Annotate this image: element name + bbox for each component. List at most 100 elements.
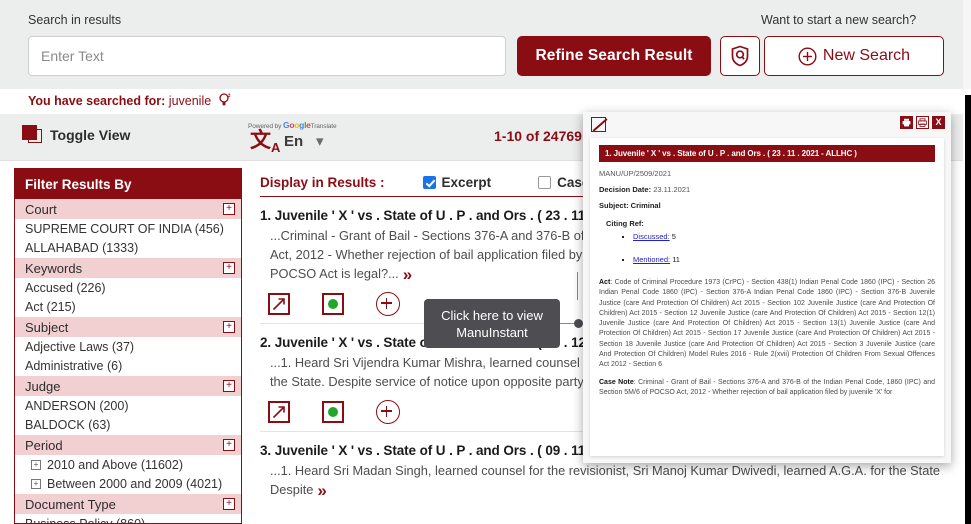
filter-option[interactable]: ANDERSON (200)	[15, 396, 241, 416]
filter-option[interactable]: SUPREME COURT OF INDIA (456)	[15, 219, 241, 239]
filter-option-label: Administrative (6)	[25, 359, 122, 373]
tooltip-line-1: Click here to view	[441, 308, 543, 323]
popup-act-label: Act	[599, 279, 610, 286]
manuinstant-tooltip: Click here to view ManuInstant	[424, 299, 560, 348]
popup-citation: MANU/UP/2509/2021	[599, 169, 935, 178]
toggle-view-label: Toggle View	[50, 127, 130, 143]
results-count-label: 1-10 of 24769 R	[494, 128, 596, 144]
popup-case-note-label: Case Note	[599, 379, 634, 386]
expand-plus-icon[interactable]: +	[31, 479, 41, 489]
plus-box-icon[interactable]: +	[223, 321, 235, 333]
plus-box-icon[interactable]: +	[223, 439, 235, 451]
page-scrollbar[interactable]	[965, 95, 971, 524]
popup-act-text: : Code of Criminal Procedure 1973 (CrPC)…	[599, 279, 935, 368]
popup-case-note-section: Case Note: Criminal - Grant of Bail - Se…	[599, 378, 935, 399]
filter-group-label: Period	[25, 438, 63, 453]
toolbar-right-strip	[963, 0, 971, 89]
popup-header: X	[583, 112, 951, 138]
expand-plus-icon[interactable]: +	[31, 460, 41, 470]
double-chevron-right-icon[interactable]: »	[403, 265, 409, 284]
filter-group-subject[interactable]: Subject +	[15, 317, 241, 337]
tooltip-connector-dot	[574, 319, 583, 328]
case-note-checkbox-box[interactable]	[538, 176, 551, 189]
print-filled-icon[interactable]	[900, 116, 913, 129]
green-status-icon[interactable]	[322, 293, 344, 315]
filter-option[interactable]: Act (215)	[15, 298, 241, 318]
filter-group-label: Document Type	[25, 497, 116, 512]
plus-box-icon[interactable]: +	[223, 203, 235, 215]
translate-suffix: Translate	[311, 123, 337, 130]
plus-box-icon[interactable]: +	[223, 262, 235, 274]
new-search-button[interactable]: New Search	[764, 36, 944, 76]
popup-close-button[interactable]: X	[932, 116, 945, 129]
filter-option-label: Between 2000 and 2009 (4021)	[47, 477, 222, 491]
searched-for-prefix: You have searched for:	[28, 94, 169, 108]
filter-option[interactable]: ALLAHABAD (1333)	[15, 239, 241, 259]
searched-for-bar: You have searched for: juvenile	[0, 89, 963, 114]
new-search-prompt: Want to start a new search?	[761, 13, 916, 27]
toggle-view-icon	[22, 125, 44, 145]
popup-decision-date-label: Decision Date:	[599, 185, 651, 194]
popup-case-title: 1. Juvenile ' X ' vs . State of U . P . …	[599, 145, 935, 162]
result-snippet: ...1. Heard Sri Madan Singh, learned cou…	[260, 461, 940, 500]
filter-option-label: 2010 and Above (11602)	[47, 458, 183, 472]
popup-citing-list: Discussed: 5 Mentioned: 11	[599, 232, 935, 264]
toggle-view-button[interactable]: Toggle View	[22, 125, 130, 145]
shield-search-icon[interactable]	[720, 36, 760, 76]
display-in-results-label: Display in Results :	[260, 175, 385, 190]
filter-sidebar-title: Filter Results By	[15, 169, 241, 199]
translate-icon: 文A	[250, 130, 280, 154]
filter-group-label: Keywords	[25, 261, 82, 276]
filter-group-keywords[interactable]: Keywords +	[15, 258, 241, 278]
print-outline-glyph	[918, 118, 927, 127]
filter-option[interactable]: Accused (226)	[15, 278, 241, 298]
filter-option[interactable]: BALDOCK (63)	[15, 416, 241, 436]
tooltip-connector-vertical	[577, 272, 578, 300]
plus-box-icon[interactable]: +	[223, 498, 235, 510]
searched-for-term: juvenile	[169, 94, 211, 108]
popup-decision-date: Decision Date: 23.11.2021	[599, 185, 935, 194]
citing-ref-count: 5	[670, 232, 676, 241]
google-translate-widget[interactable]: Powered by GoogleTranslate 文A En ▾	[248, 120, 378, 156]
filter-option[interactable]: +2010 and Above (11602)	[15, 455, 241, 475]
citing-ref-link[interactable]: Mentioned:	[633, 255, 670, 264]
open-external-icon[interactable]	[268, 293, 290, 315]
search-input[interactable]	[28, 36, 506, 76]
excerpt-checkbox[interactable]: Excerpt	[423, 175, 492, 190]
plus-circle-icon	[798, 47, 817, 66]
filter-group-judge[interactable]: Judge +	[15, 376, 241, 396]
citing-ref-count: 11	[670, 255, 680, 264]
search-toolbar-inner: Search in results Refine Search Result W…	[28, 10, 943, 80]
chevron-down-icon[interactable]: ▾	[316, 132, 324, 150]
refine-search-result-button[interactable]: Refine Search Result	[517, 36, 711, 76]
new-search-label: New Search	[823, 47, 910, 65]
double-chevron-right-icon[interactable]: »	[317, 481, 323, 500]
print-outline-icon[interactable]	[916, 116, 929, 129]
lightbulb-icon[interactable]	[218, 93, 231, 110]
citing-ref-link[interactable]: Discussed:	[633, 232, 670, 241]
green-status-icon[interactable]	[322, 401, 344, 423]
google-wordmark: Google	[283, 120, 311, 130]
popup-header-buttons: X	[900, 116, 945, 129]
open-external-icon[interactable]	[268, 401, 290, 423]
filter-option-label: ALLAHABAD (1333)	[25, 241, 138, 255]
searched-for-text: You have searched for: juvenile	[28, 93, 231, 110]
plus-box-icon[interactable]: +	[223, 380, 235, 392]
filter-group-period[interactable]: Period +	[15, 435, 241, 455]
filter-option[interactable]: Business Policy (860)	[15, 514, 241, 524]
filter-sidebar: Filter Results By Court+SUPREME COURT OF…	[14, 168, 242, 524]
excerpt-label: Excerpt	[442, 175, 492, 190]
add-circle-icon[interactable]	[376, 292, 400, 316]
filter-group-document-type[interactable]: Document Type +	[15, 494, 241, 514]
filter-group-label: Subject	[25, 320, 68, 335]
filter-group-label: Judge	[25, 379, 60, 394]
add-circle-icon[interactable]	[376, 400, 400, 424]
filter-option[interactable]: Administrative (6)	[15, 357, 241, 377]
filter-option[interactable]: Adjective Laws (37)	[15, 337, 241, 357]
excerpt-checkbox-box[interactable]	[423, 176, 436, 189]
popup-case-note-text: : Criminal - Grant of Bail - Sections 37…	[599, 379, 935, 396]
print-filled-glyph	[902, 118, 911, 127]
language-selected[interactable]: En	[284, 133, 303, 150]
filter-group-court[interactable]: Court+	[15, 199, 241, 219]
filter-option[interactable]: + Between 2000 and 2009 (4021)	[15, 475, 241, 495]
